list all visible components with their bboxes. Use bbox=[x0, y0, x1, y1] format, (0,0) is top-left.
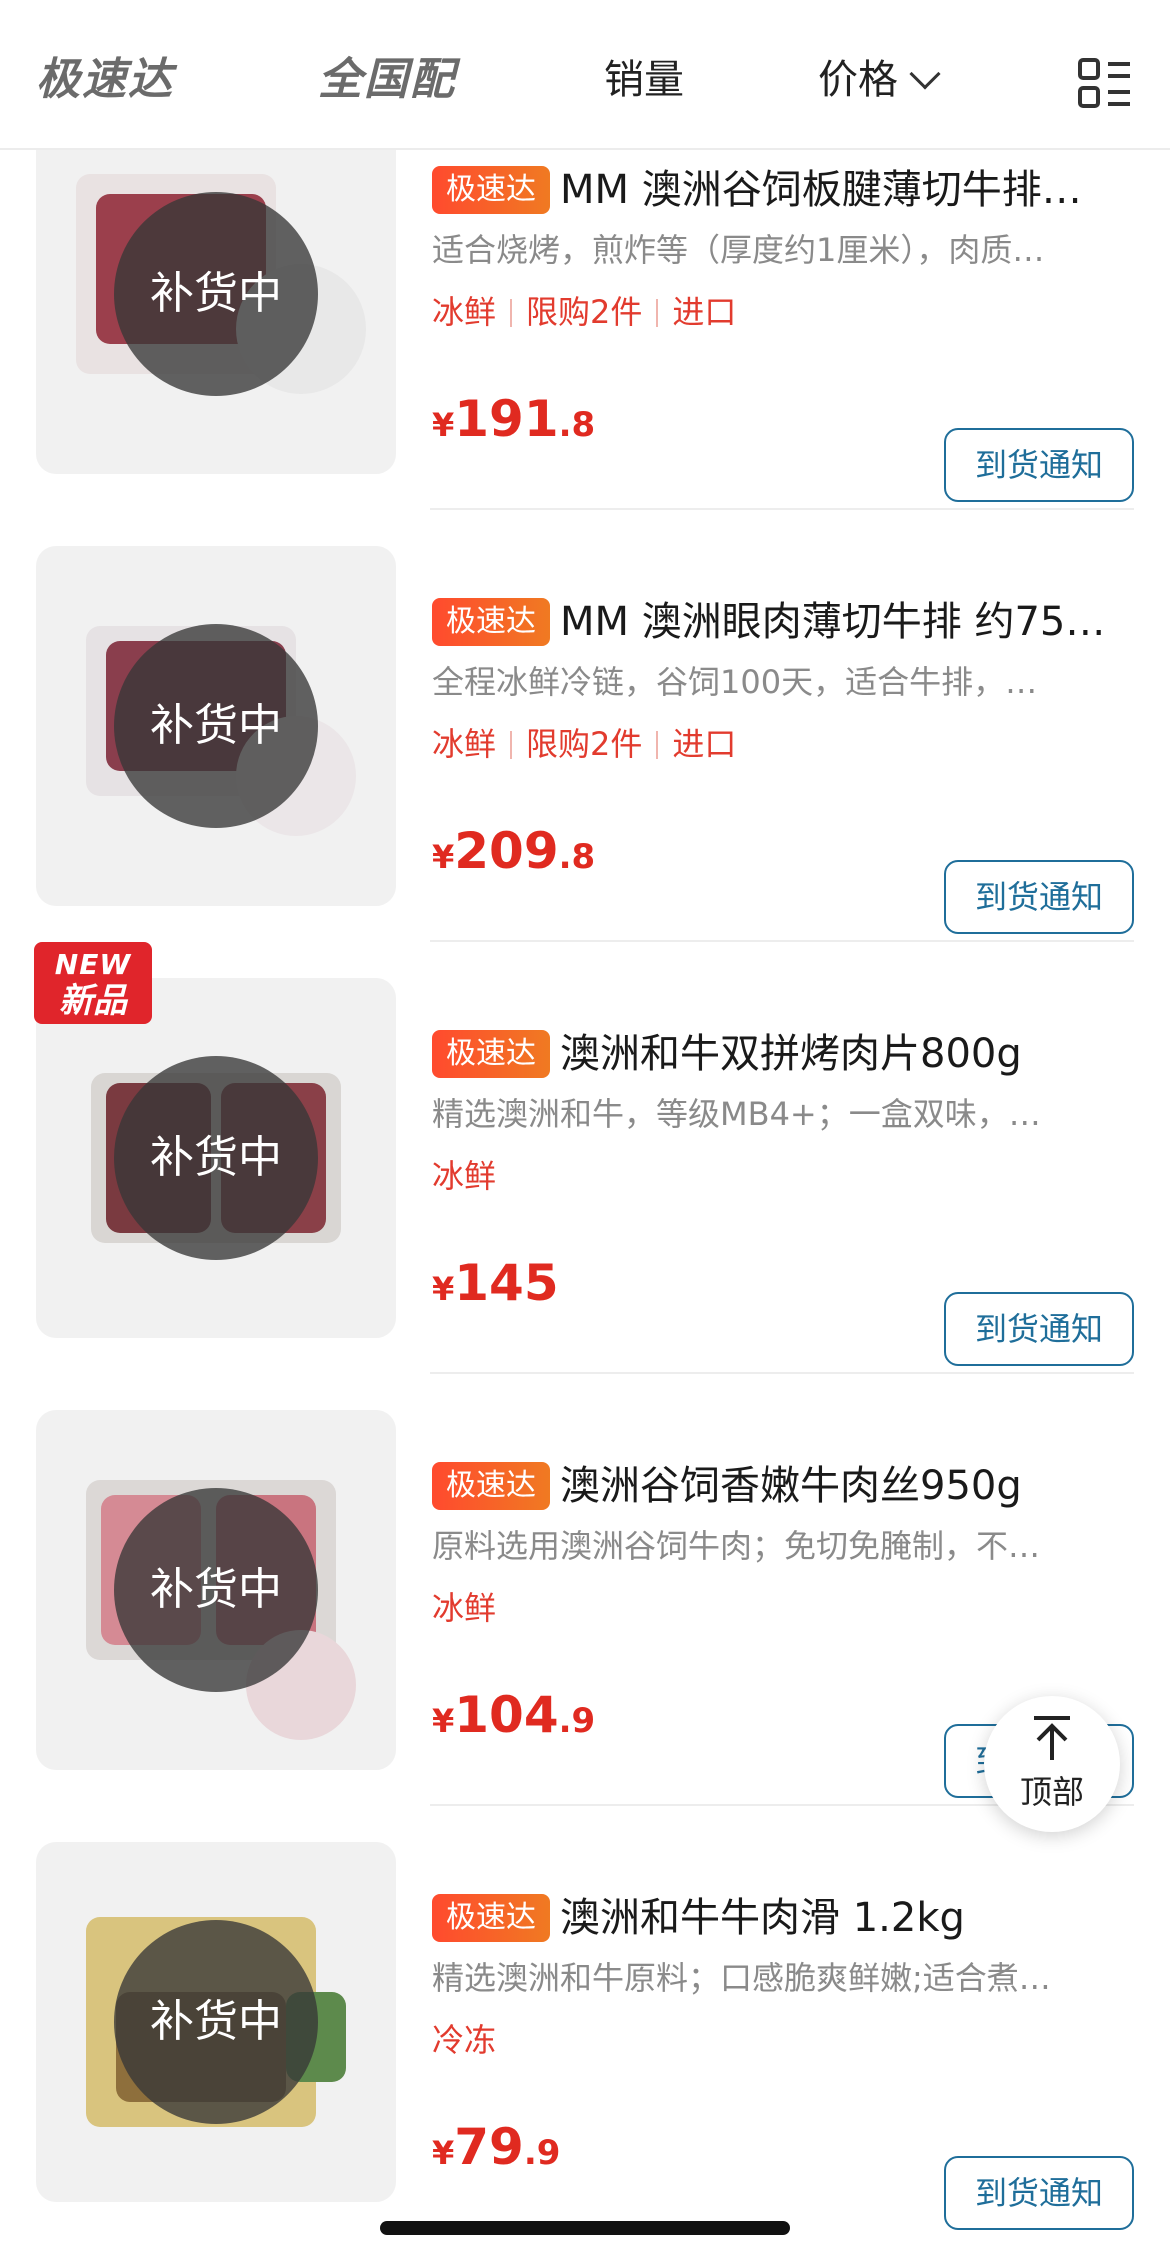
tab-sales[interactable]: 销量 bbox=[604, 52, 684, 108]
product-card[interactable]: 补货中 极速达 MM 澳洲眼肉薄切牛排 约75… 全程冰鲜冷链，谷饲100天，适… bbox=[0, 510, 1170, 942]
chevron-down-icon bbox=[909, 58, 941, 90]
product-description: 精选澳洲和牛原料；口感脆爽鲜嫩;适合煮… bbox=[432, 1959, 1051, 1997]
product-tags: 冰鲜 bbox=[432, 1154, 496, 1198]
product-tags: 冰鲜 bbox=[432, 1586, 496, 1630]
filter-tab-bar: 极速达 全国配 销量 价格 bbox=[0, 0, 1170, 150]
product-card[interactable]: 补货中 极速达 MM 澳洲谷饲板腱薄切牛排… 适合烧烤，煎炸等（厚度约1厘米），… bbox=[0, 150, 1170, 510]
restock-overlay: 补货中 bbox=[114, 624, 318, 828]
tag-imported: 进口 bbox=[672, 725, 737, 763]
product-price: ¥104.9 bbox=[432, 1686, 596, 1744]
restock-overlay: 补货中 bbox=[114, 1920, 318, 2124]
product-price: ¥145 bbox=[432, 1254, 559, 1312]
product-title: 澳洲谷饲香嫩牛肉丝950g bbox=[560, 1463, 1022, 1509]
page: 极速达 全国配 销量 价格 补货中 极速达 MM 澳洲谷饲板腱薄切牛排… 适合烧… bbox=[0, 0, 1170, 2259]
arrow-up-icon bbox=[1034, 1716, 1070, 1760]
product-title: MM 澳洲谷饲板腱薄切牛排… bbox=[560, 167, 1082, 213]
notify-on-arrival-button[interactable]: 到货通知 bbox=[944, 2156, 1134, 2230]
product-image: 补货中 bbox=[36, 150, 396, 474]
notify-on-arrival-button[interactable]: 到货通知 bbox=[944, 860, 1134, 934]
product-description: 全程冰鲜冷链，谷饲100天，适合牛排，… bbox=[432, 663, 1038, 701]
product-card[interactable]: 补货中 极速达 澳洲和牛牛肉滑 1.2kg 精选澳洲和牛原料；口感脆爽鲜嫩;适合… bbox=[0, 1806, 1170, 2238]
product-price: ¥209.8 bbox=[432, 822, 596, 880]
product-title: MM 澳洲眼肉薄切牛排 约75… bbox=[560, 599, 1106, 645]
product-title: 澳洲和牛牛肉滑 1.2kg bbox=[560, 1895, 965, 1941]
express-badge: 极速达 bbox=[432, 598, 550, 646]
tab-nationwide[interactable]: 全国配 bbox=[318, 52, 456, 108]
restock-overlay: 补货中 bbox=[114, 1056, 318, 1260]
product-description: 适合烧烤，煎炸等（厚度约1厘米），肉质… bbox=[432, 231, 1045, 269]
restock-overlay: 补货中 bbox=[114, 1488, 318, 1692]
tag-limit: 限购2件 bbox=[526, 293, 643, 331]
product-card[interactable]: NEW 新品 补货中 极速达 澳洲和牛双拼烤肉片800g 精选澳洲和牛，等级MB… bbox=[0, 942, 1170, 1374]
product-tags: 冷冻 bbox=[432, 2018, 496, 2062]
restock-overlay: 补货中 bbox=[114, 192, 318, 396]
tab-price[interactable]: 价格 bbox=[818, 52, 941, 108]
tag-limit: 限购2件 bbox=[526, 725, 643, 763]
product-tags: 冰鲜 限购2件 进口 bbox=[432, 722, 736, 766]
product-tags: 冰鲜 限购2件 进口 bbox=[432, 290, 736, 334]
express-badge: 极速达 bbox=[432, 1030, 550, 1078]
tab-price-label: 价格 bbox=[818, 57, 898, 103]
notify-on-arrival-button[interactable]: 到货通知 bbox=[944, 1292, 1134, 1366]
layout-toggle-icon[interactable] bbox=[1078, 58, 1132, 108]
new-product-badge: NEW 新品 bbox=[34, 942, 152, 1024]
express-badge: 极速达 bbox=[432, 166, 550, 214]
tag-chilled: 冰鲜 bbox=[432, 1157, 497, 1195]
tag-frozen: 冷冻 bbox=[432, 2021, 497, 2059]
product-price: ¥79.9 bbox=[432, 2118, 561, 2176]
tag-chilled: 冰鲜 bbox=[432, 1589, 497, 1627]
product-price: ¥191.8 bbox=[432, 390, 596, 448]
notify-on-arrival-button[interactable]: 到货通知 bbox=[944, 428, 1134, 502]
tag-chilled: 冰鲜 bbox=[432, 725, 497, 763]
tab-express[interactable]: 极速达 bbox=[36, 52, 174, 108]
product-image: 补货中 bbox=[36, 1410, 396, 1770]
back-to-top-label: 顶部 bbox=[1019, 1773, 1084, 1811]
product-image: 补货中 bbox=[36, 546, 396, 906]
tag-chilled: 冰鲜 bbox=[432, 293, 497, 331]
product-image: 补货中 bbox=[36, 978, 396, 1338]
product-title: 澳洲和牛双拼烤肉片800g bbox=[560, 1031, 1022, 1077]
product-list: 补货中 极速达 MM 澳洲谷饲板腱薄切牛排… 适合烧烤，煎炸等（厚度约1厘米），… bbox=[0, 150, 1170, 2259]
product-description: 精选澳洲和牛，等级MB4+；一盒双味，… bbox=[432, 1095, 1041, 1133]
home-indicator bbox=[380, 2221, 790, 2235]
tag-imported: 进口 bbox=[672, 293, 737, 331]
product-description: 原料选用澳洲谷饲牛肉；免切免腌制，不… bbox=[432, 1527, 1041, 1565]
back-to-top-button[interactable]: 顶部 bbox=[984, 1696, 1120, 1832]
express-badge: 极速达 bbox=[432, 1894, 550, 1942]
express-badge: 极速达 bbox=[432, 1462, 550, 1510]
product-image: 补货中 bbox=[36, 1842, 396, 2202]
